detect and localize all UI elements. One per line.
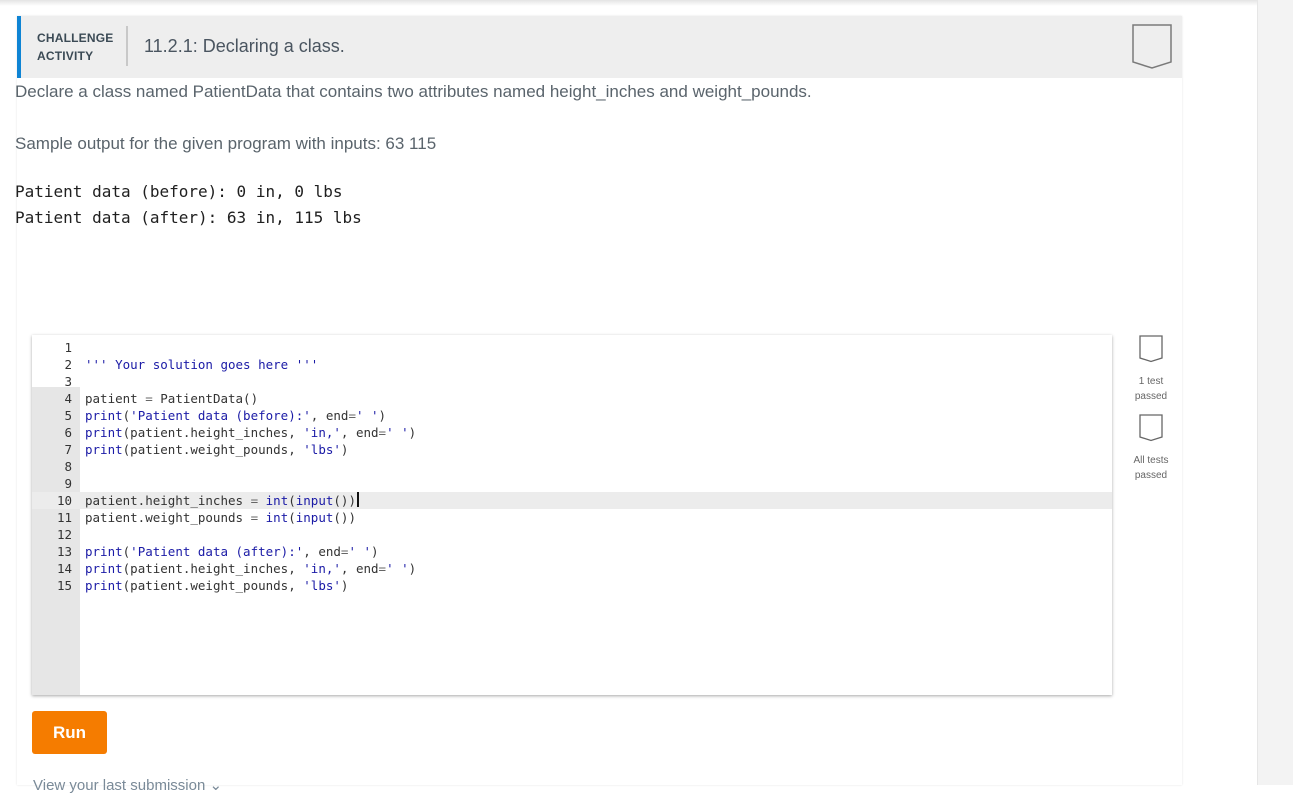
test-label-line: All tests [1133,455,1169,466]
line-code[interactable]: patient.height_inches = int(input()) [85,492,359,509]
line-code[interactable]: print(patient.weight_pounds, 'lbs') [85,577,348,594]
header-divider [126,26,128,66]
code-line[interactable]: 10 patient.height_inches = int(input()) [32,492,1112,509]
sample-output-line: Patient data (after): 63 in, 115 lbs [15,208,362,227]
line-code[interactable]: print(patient.height_inches, 'in,', end=… [85,560,416,577]
instructions-text: Declare a class named PatientData that c… [15,82,812,101]
activity-title: 11.2.1: Declaring a class. [144,36,345,56]
sample-output: Patient data (before): 0 in, 0 lbs Patien… [15,179,362,231]
line-code[interactable]: patient.weight_pounds = int(input()) [85,509,356,526]
line-number: 7 [64,442,72,457]
line-number: 2 [64,357,72,372]
activity-type-label: CHALLENGE ACTIVITY [37,29,113,65]
code-line[interactable]: 11 patient.weight_pounds = int(input()) [32,509,1112,526]
code-line[interactable]: 13 print('Patient data (after):', end=' '… [32,543,1112,560]
test-result-1: 1 test passed [1130,335,1172,404]
bookmark-badge-icon [1132,24,1172,75]
line-number: 1 [64,340,72,355]
line-number: 15 [56,578,72,593]
code-line[interactable]: 3 [32,373,1112,390]
test-label-line: 1 test [1138,376,1164,387]
test-result-label: All tests passed [1130,453,1172,483]
line-number: 13 [56,544,72,559]
line-number: 8 [64,459,72,474]
test-result-all: All tests passed [1130,414,1172,483]
line-code[interactable]: ''' Your solution goes here ''' [85,356,318,373]
line-code[interactable]: print('Patient data (before):', end=' ') [85,407,386,424]
test-results: 1 test passed All tests passed [1130,335,1172,493]
line-number: 14 [56,561,72,576]
test-badge-icon [1139,335,1163,367]
code-line[interactable]: 14 print(patient.height_inches, 'in,', en… [32,560,1112,577]
line-number: 10 [56,493,72,508]
code-line[interactable]: 7 print(patient.weight_pounds, 'lbs') [32,441,1112,458]
test-badge-icon [1139,414,1163,446]
top-shadow [0,0,1257,6]
line-number: 4 [64,391,72,406]
sample-output-label: Sample output for the given program with… [15,134,437,153]
line-code[interactable]: print(patient.weight_pounds, 'lbs') [85,441,348,458]
code-line[interactable]: 9 [32,475,1112,492]
code-lines[interactable]: 1 2 ''' Your solution goes here ''' 3 4 patie… [32,339,1112,594]
test-label-line: passed [1134,391,1168,402]
view-last-submission-link[interactable]: View your last submission ⌄ [33,776,222,794]
line-code[interactable]: patient = PatientData() [85,390,258,407]
line-number: 3 [64,374,72,389]
line-number: 9 [64,476,72,491]
sample-output-line: Patient data (before): 0 in, 0 lbs [15,182,343,201]
line-code[interactable]: print(patient.height_inches, 'in,', end=… [85,424,416,441]
code-line[interactable]: 12 [32,526,1112,543]
code-line[interactable]: 8 [32,458,1112,475]
code-line[interactable]: 1 [32,339,1112,356]
run-button[interactable]: Run [32,711,107,754]
line-number: 6 [64,425,72,440]
line-number: 12 [56,527,72,542]
activity-header: CHALLENGE ACTIVITY 11.2.1: Declaring a c… [17,16,1182,78]
activity-type-line1: CHALLENGE [37,31,114,45]
right-scroll-panel [1257,0,1293,785]
line-number: 5 [64,408,72,423]
code-line[interactable]: 15 print(patient.weight_pounds, 'lbs') [32,577,1112,594]
line-code[interactable]: print('Patient data (after):', end=' ') [85,543,379,560]
code-line[interactable]: 5 print('Patient data (before):', end=' '… [32,407,1112,424]
code-line[interactable]: 2 ''' Your solution goes here ''' [32,356,1112,373]
code-line[interactable]: 6 print(patient.height_inches, 'in,', end… [32,424,1112,441]
line-number: 11 [56,510,72,525]
test-label-line: passed [1134,470,1168,481]
test-result-label: 1 test passed [1130,374,1172,404]
code-editor[interactable]: 1 2 ''' Your solution goes here ''' 3 4 patie… [32,335,1112,695]
text-cursor [356,492,359,507]
activity-type-line2: ACTIVITY [37,49,94,63]
code-line[interactable]: 4 patient = PatientData() [32,390,1112,407]
